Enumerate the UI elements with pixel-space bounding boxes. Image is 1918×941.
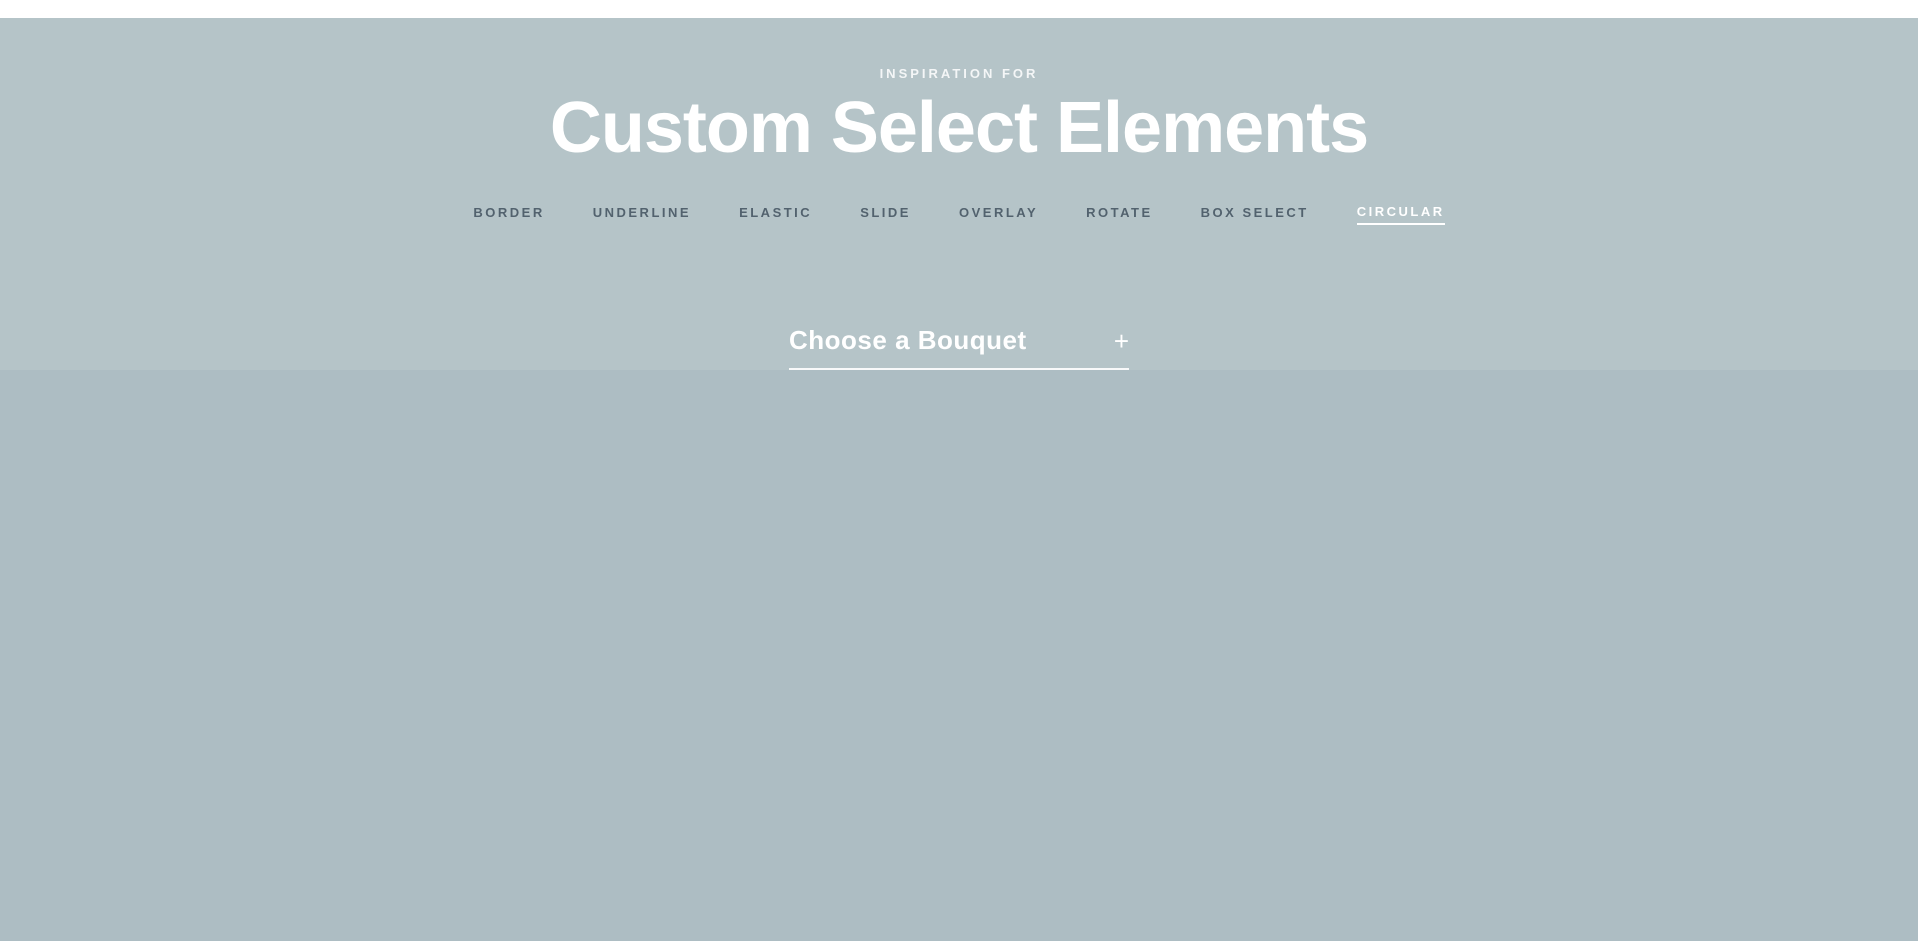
- bottom-section: [0, 370, 1918, 941]
- nav-tabs: BORDER UNDERLINE ELASTIC SLIDE OVERLAY R…: [473, 200, 1444, 225]
- tab-border[interactable]: BORDER: [473, 201, 544, 224]
- tab-overlay[interactable]: OVERLAY: [959, 201, 1038, 224]
- tab-slide[interactable]: SLIDE: [860, 201, 911, 224]
- tab-elastic[interactable]: ELASTIC: [739, 201, 812, 224]
- main-content: INSPIRATION FOR Custom Select Elements B…: [209, 18, 1709, 370]
- tab-underline[interactable]: UNDERLINE: [593, 201, 691, 224]
- page-wrapper: INSPIRATION FOR Custom Select Elements B…: [0, 0, 1918, 941]
- custom-select[interactable]: Choose a Bouquet +: [789, 325, 1129, 370]
- custom-select-label[interactable]: Choose a Bouquet +: [789, 325, 1129, 370]
- page-title: Custom Select Elements: [550, 89, 1368, 168]
- header: INSPIRATION FOR Custom Select Elements B…: [229, 18, 1689, 225]
- select-placeholder: Choose a Bouquet: [789, 325, 1027, 356]
- inspiration-label: INSPIRATION FOR: [880, 66, 1039, 81]
- select-expand-icon: +: [1114, 328, 1129, 354]
- select-area: Choose a Bouquet +: [229, 325, 1689, 370]
- tab-circular[interactable]: CIRCULAR: [1357, 200, 1445, 225]
- top-bar: [0, 0, 1918, 18]
- tab-box-select[interactable]: BOX SELECT: [1201, 201, 1309, 224]
- tab-rotate[interactable]: ROTATE: [1086, 201, 1153, 224]
